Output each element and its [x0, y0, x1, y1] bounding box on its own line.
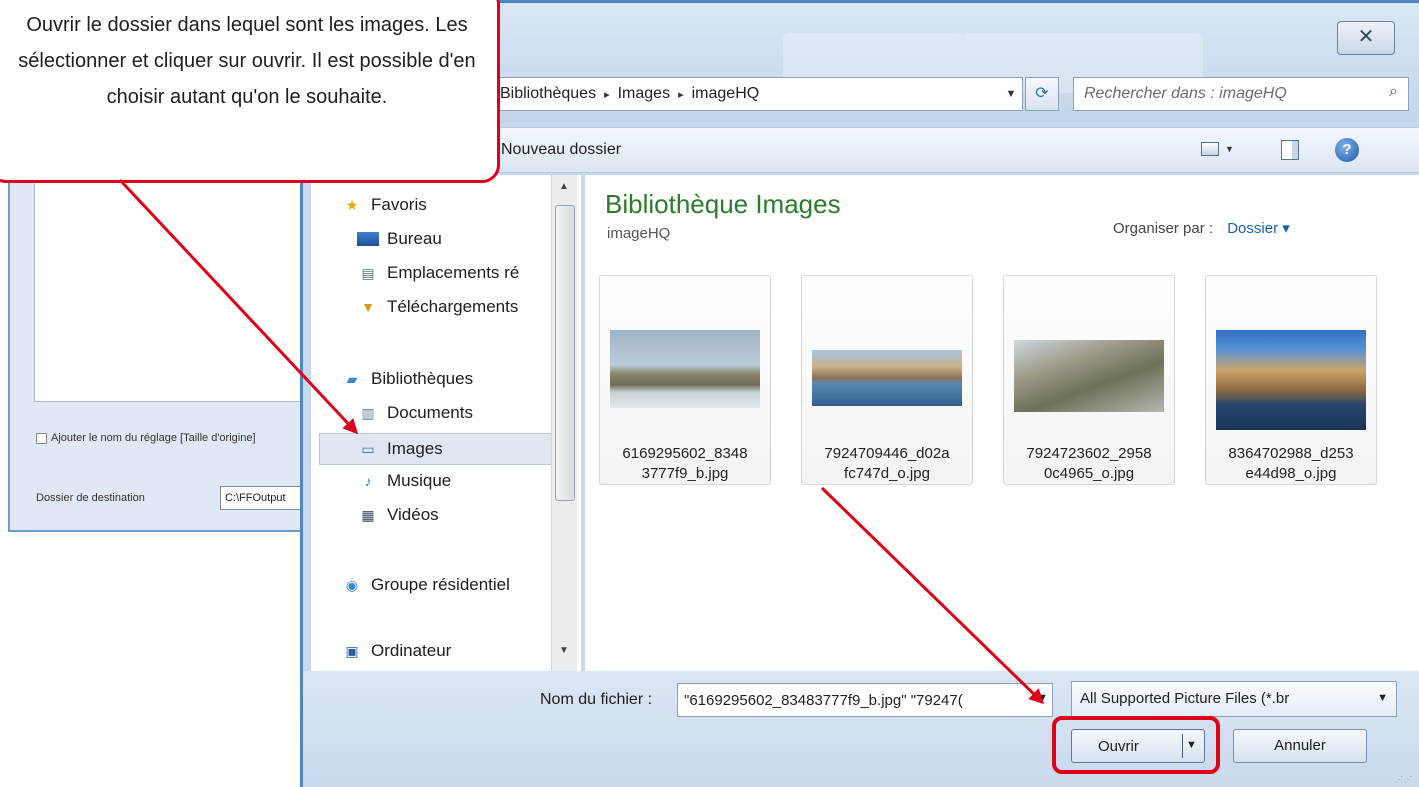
star-icon: ★ [345, 197, 359, 213]
file-thumbnail[interactable]: 7924709446_d02a fc747d_o.jpg [801, 275, 973, 485]
nav-item-favoris[interactable]: ★ Favoris [341, 195, 427, 215]
search-icon[interactable]: ⌕ [1389, 83, 1411, 101]
photo-thumbnail-image [812, 350, 962, 406]
scroll-down-icon[interactable]: ▼ [559, 645, 569, 656]
file-type-filter-value: All Supported Picture Files (*.br [1080, 690, 1290, 707]
library-icon: ▰ [346, 371, 358, 387]
nav-label: Vidéos [387, 505, 439, 524]
nav-item-telechargements[interactable]: ▼ Téléchargements [357, 297, 518, 317]
nav-label: Groupe résidentiel [371, 575, 510, 594]
filename-dropdown-icon[interactable]: ▼ [1037, 692, 1048, 704]
filename-value: "6169295602_83483777f9_b.jpg" "79247( [684, 692, 963, 709]
nav-item-emplacements[interactable]: ▤ Emplacements ré [357, 263, 519, 283]
photo-thumbnail-image [610, 330, 760, 408]
chevron-down-icon[interactable]: ▼ [1377, 692, 1388, 704]
file-name: 7924723602_2958 0c4965_o.jpg [1026, 445, 1152, 482]
help-icon[interactable]: ? [1335, 138, 1359, 162]
address-dropdown-icon[interactable]: ▼ [1000, 88, 1022, 100]
file-thumbnail[interactable]: 7924723602_2958 0c4965_o.jpg [1003, 275, 1175, 485]
nav-label: Images [387, 439, 443, 458]
photo-thumbnail-image [1014, 340, 1164, 412]
add-preset-name-checkbox-row[interactable]: Ajouter le nom du réglage [Taille d'orig… [36, 432, 256, 444]
breadcrumb-separator-icon[interactable]: ▸ [604, 88, 610, 101]
nav-item-documents[interactable]: ▥ Documents [357, 403, 473, 423]
add-preset-name-checkbox[interactable] [36, 432, 47, 444]
breadcrumb-separator-icon[interactable]: ▸ [678, 88, 684, 101]
file-thumbnail[interactable]: 8364702988_d253 e44d98_o.jpg [1205, 275, 1377, 485]
nav-label: Documents [387, 403, 473, 422]
nav-label: Téléchargements [387, 297, 519, 316]
arrange-by-dropdown[interactable]: Dossier ▾ [1227, 220, 1290, 237]
nav-label: Ordinateur [371, 641, 452, 660]
preview-pane-icon[interactable] [1281, 140, 1299, 160]
documents-icon: ▥ [361, 405, 375, 421]
resize-grip-icon[interactable]: ⋰⋰ [1395, 775, 1413, 784]
file-thumbnail[interactable]: 6169295602_8348 3777f9_b.jpg [599, 275, 771, 485]
dialog-footer: Nom du fichier : "6169295602_83483777f9_… [303, 671, 1419, 787]
desktop-icon [357, 232, 379, 246]
nav-label: Emplacements ré [387, 263, 520, 282]
cancel-button[interactable]: Annuler [1233, 729, 1367, 763]
navigation-pane: ★ Favoris Bureau ▤ Emplacements ré ▼ Tél… [311, 175, 581, 671]
breadcrumb-images[interactable]: Images [618, 85, 670, 103]
nav-label: Bibliothèques [371, 369, 474, 388]
downloads-folder-icon: ▼ [361, 299, 375, 315]
search-input[interactable]: Rechercher dans : imageHQ [1073, 77, 1409, 111]
nav-item-images[interactable]: ▭ Images [319, 433, 571, 465]
breadcrumb-bibliotheques[interactable]: Bibliothèques [500, 85, 596, 103]
file-name: 8364702988_d253 e44d98_o.jpg [1228, 445, 1354, 482]
file-name: 7924709446_d02a fc747d_o.jpg [824, 445, 950, 482]
arrange-by-label: Organiser par : [1113, 220, 1214, 237]
arrange-by: Organiser par : Dossier ▾ [1113, 219, 1290, 237]
instruction-callout: Ouvrir le dossier dans lequel sont les i… [0, 0, 500, 183]
file-type-filter-select[interactable]: All Supported Picture Files (*.br ▼ [1071, 681, 1397, 717]
breadcrumb-imagehq[interactable]: imageHQ [692, 85, 760, 103]
open-button-highlight [1052, 716, 1220, 774]
nav-label: Favoris [371, 195, 427, 214]
filename-input[interactable]: "6169295602_83483777f9_b.jpg" "79247( ▼ [677, 683, 1053, 717]
view-icon [1201, 141, 1219, 156]
destination-folder-label: Dossier de destination [36, 492, 145, 504]
nav-item-videos[interactable]: ▦ Vidéos [357, 505, 439, 525]
nav-scrollbar[interactable]: ▲ ▼ [551, 175, 577, 671]
nav-label: Bureau [387, 229, 442, 248]
nav-item-musique[interactable]: ♪ Musique [357, 471, 452, 491]
scroll-up-icon[interactable]: ▲ [559, 181, 569, 192]
file-list-area: Bibliothèque Images imageHQ Organiser pa… [585, 175, 1419, 671]
change-view-button[interactable]: ▼ [1201, 140, 1249, 162]
computer-icon: ▣ [345, 643, 359, 659]
arrange-by-value: Dossier [1227, 220, 1279, 237]
new-folder-button[interactable]: Nouveau dossier [501, 141, 621, 159]
screenshot-root: Ajouter le nom du réglage [Taille d'orig… [0, 0, 1419, 787]
filename-label: Nom du fichier : [540, 691, 653, 708]
library-title: Bibliothèque Images [605, 189, 841, 219]
nav-label: Musique [387, 471, 452, 490]
recent-places-icon: ▤ [361, 265, 375, 281]
pictures-icon: ▭ [361, 441, 375, 457]
music-icon: ♪ [364, 473, 372, 489]
videos-icon: ▦ [361, 507, 375, 523]
file-name: 6169295602_8348 3777f9_b.jpg [622, 445, 748, 482]
library-subtitle: imageHQ [607, 225, 671, 242]
nav-item-bureau[interactable]: Bureau [357, 229, 442, 249]
nav-item-groupe-residentiel[interactable]: ◉ Groupe résidentiel [341, 575, 510, 595]
photo-thumbnail-image [1216, 330, 1366, 430]
address-bar[interactable]: Bibliothèques ▸ Images ▸ imageHQ ▼ [493, 77, 1023, 111]
refresh-icon[interactable]: ⟳ [1025, 77, 1059, 111]
nav-item-ordinateur[interactable]: ▣ Ordinateur [341, 641, 451, 661]
nav-item-bibliotheques[interactable]: ▰ Bibliothèques [341, 369, 473, 389]
homegroup-icon: ◉ [345, 577, 359, 593]
instruction-callout-text: Ouvrir le dossier dans lequel sont les i… [18, 14, 476, 108]
scroll-thumb[interactable] [555, 205, 575, 501]
add-preset-name-label: Ajouter le nom du réglage [Taille d'orig… [51, 432, 256, 444]
close-button[interactable]: ✕ [1337, 21, 1395, 55]
chevron-down-icon: ▼ [1225, 143, 1234, 154]
